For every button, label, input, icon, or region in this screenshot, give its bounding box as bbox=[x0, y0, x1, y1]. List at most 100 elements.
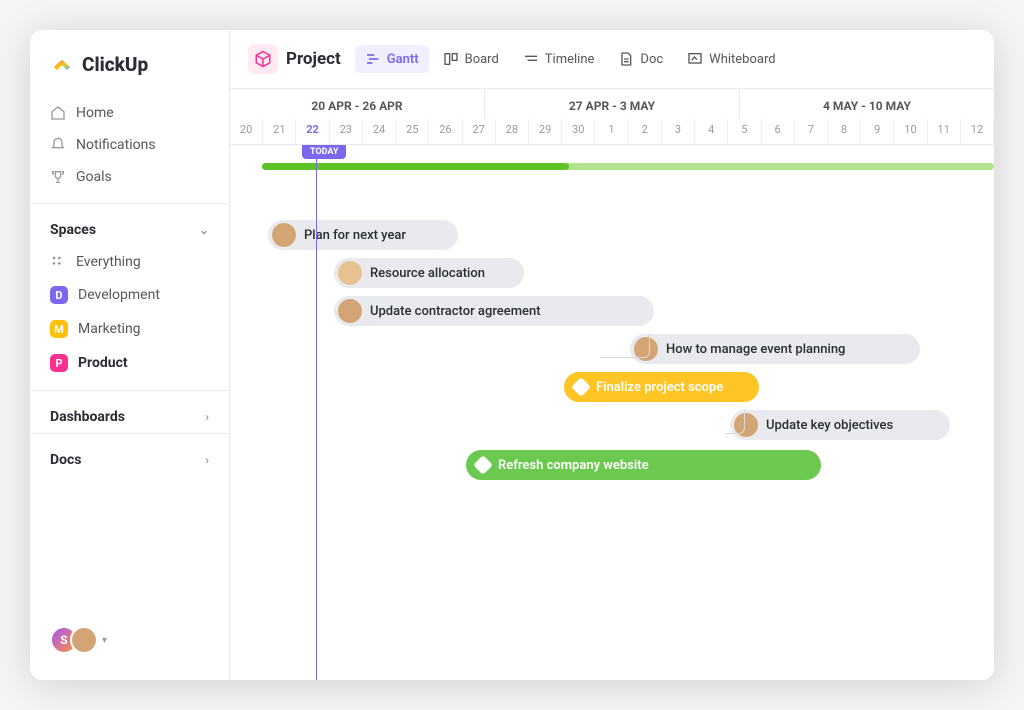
day-cell: 1 bbox=[595, 119, 628, 144]
main-content: Project Gantt Board Timeline Doc Whitebo… bbox=[230, 30, 994, 680]
tab-timeline[interactable]: Timeline bbox=[513, 45, 605, 73]
day-cell: 30 bbox=[562, 119, 595, 144]
day-cell: 3 bbox=[662, 119, 695, 144]
sidebar-item-product[interactable]: P Product bbox=[30, 346, 229, 380]
user-avatars[interactable]: S ▾ bbox=[30, 616, 229, 664]
dashboards-label: Dashboards bbox=[50, 409, 125, 425]
task-label: How to manage event planning bbox=[666, 342, 845, 357]
bell-icon bbox=[50, 137, 66, 153]
day-row: 2021222324252627282930123456789101112 bbox=[230, 119, 994, 144]
week-label: 20 APR - 26 APR bbox=[230, 89, 485, 119]
progress-track bbox=[262, 163, 994, 170]
view-tabs: Project Gantt Board Timeline Doc Whitebo… bbox=[230, 30, 994, 89]
task-bar[interactable]: How to manage event planning bbox=[630, 334, 920, 364]
sidebar-item-marketing[interactable]: M Marketing bbox=[30, 312, 229, 346]
nav-home[interactable]: Home bbox=[30, 97, 229, 129]
dependency-line bbox=[725, 410, 745, 434]
today-badge: TODAY bbox=[302, 145, 346, 159]
task-bar[interactable]: Plan for next year bbox=[268, 220, 458, 250]
space-badge-p: P bbox=[50, 354, 68, 372]
clickup-logo-icon bbox=[50, 50, 74, 79]
everything-icon bbox=[50, 254, 66, 270]
chevron-right-icon: › bbox=[205, 410, 209, 424]
docs-label: Docs bbox=[50, 452, 82, 468]
gantt-chart[interactable]: TODAY Plan for next year Resource alloca… bbox=[230, 145, 994, 680]
diamond-icon bbox=[473, 455, 493, 475]
project-title-text: Project bbox=[286, 49, 341, 69]
nav-goals[interactable]: Goals bbox=[30, 161, 229, 193]
tab-doc[interactable]: Doc bbox=[608, 45, 673, 73]
gantt-icon bbox=[365, 51, 381, 67]
task-label: Update key objectives bbox=[766, 418, 893, 433]
sidebar-item-development[interactable]: D Development bbox=[30, 278, 229, 312]
task-label: Finalize project scope bbox=[596, 380, 723, 395]
day-cell: 27 bbox=[463, 119, 496, 144]
day-cell: 25 bbox=[396, 119, 429, 144]
board-icon bbox=[443, 51, 459, 67]
day-cell: 6 bbox=[762, 119, 795, 144]
day-cell: 21 bbox=[263, 119, 296, 144]
task-label: Refresh company website bbox=[498, 458, 649, 473]
task-bar[interactable]: Update key objectives bbox=[730, 410, 950, 440]
day-cell: 26 bbox=[429, 119, 462, 144]
day-cell: 9 bbox=[861, 119, 894, 144]
nav-notifications[interactable]: Notifications bbox=[30, 129, 229, 161]
tab-gantt[interactable]: Gantt bbox=[355, 45, 429, 73]
diamond-icon bbox=[571, 377, 591, 397]
avatar bbox=[338, 261, 362, 285]
task-label: Plan for next year bbox=[304, 228, 406, 243]
day-cell: 5 bbox=[728, 119, 761, 144]
week-row: 20 APR - 26 APR 27 APR - 3 MAY 4 MAY - 1… bbox=[230, 89, 994, 119]
sidebar: ClickUp Home Notifications Goals Spaces … bbox=[30, 30, 230, 680]
day-cell: 12 bbox=[961, 119, 994, 144]
day-cell: 23 bbox=[330, 119, 363, 144]
development-label: Development bbox=[78, 287, 160, 303]
day-cell: 8 bbox=[828, 119, 861, 144]
logo[interactable]: ClickUp bbox=[30, 46, 229, 97]
dependency-line bbox=[600, 334, 650, 358]
spaces-label: Spaces bbox=[50, 222, 96, 238]
week-label: 4 MAY - 10 MAY bbox=[740, 89, 994, 119]
day-cell: 22 bbox=[296, 119, 329, 144]
avatar bbox=[272, 223, 296, 247]
nav-home-label: Home bbox=[76, 105, 114, 121]
progress-fill bbox=[262, 163, 569, 170]
task-bar[interactable]: Resource allocation bbox=[334, 258, 524, 288]
space-badge-m: M bbox=[50, 320, 68, 338]
tab-gantt-label: Gantt bbox=[387, 52, 419, 67]
day-cell: 24 bbox=[363, 119, 396, 144]
nav-notifications-label: Notifications bbox=[76, 137, 156, 153]
product-label: Product bbox=[78, 355, 128, 371]
spaces-header[interactable]: Spaces ⌄ bbox=[30, 203, 229, 246]
docs-header[interactable]: Docs › bbox=[30, 433, 229, 476]
marketing-label: Marketing bbox=[78, 321, 141, 337]
avatar bbox=[70, 626, 98, 654]
task-bar[interactable]: Refresh company website bbox=[466, 450, 821, 480]
today-line bbox=[316, 145, 317, 680]
project-title[interactable]: Project bbox=[248, 44, 341, 74]
avatar bbox=[338, 299, 362, 323]
app-window: ClickUp Home Notifications Goals Spaces … bbox=[30, 30, 994, 680]
chevron-down-icon: ⌄ bbox=[199, 223, 209, 237]
everything-label: Everything bbox=[76, 254, 141, 270]
tab-board[interactable]: Board bbox=[433, 45, 509, 73]
chevron-right-icon: › bbox=[205, 453, 209, 467]
task-bar[interactable]: Update contractor agreement bbox=[334, 296, 654, 326]
space-badge-d: D bbox=[50, 286, 68, 304]
tab-doc-label: Doc bbox=[640, 52, 663, 67]
chevron-down-icon: ▾ bbox=[102, 635, 107, 646]
week-label: 27 APR - 3 MAY bbox=[485, 89, 740, 119]
tab-timeline-label: Timeline bbox=[545, 52, 595, 67]
task-label: Resource allocation bbox=[370, 266, 485, 281]
dashboards-header[interactable]: Dashboards › bbox=[30, 390, 229, 433]
timeline-icon bbox=[523, 51, 539, 67]
whiteboard-icon bbox=[687, 51, 703, 67]
day-cell: 10 bbox=[894, 119, 927, 144]
day-cell: 4 bbox=[695, 119, 728, 144]
tab-whiteboard[interactable]: Whiteboard bbox=[677, 45, 785, 73]
trophy-icon bbox=[50, 169, 66, 185]
sidebar-item-everything[interactable]: Everything bbox=[30, 246, 229, 278]
day-cell: 20 bbox=[230, 119, 263, 144]
task-bar[interactable]: Finalize project scope bbox=[564, 372, 759, 402]
tab-board-label: Board bbox=[465, 52, 499, 67]
